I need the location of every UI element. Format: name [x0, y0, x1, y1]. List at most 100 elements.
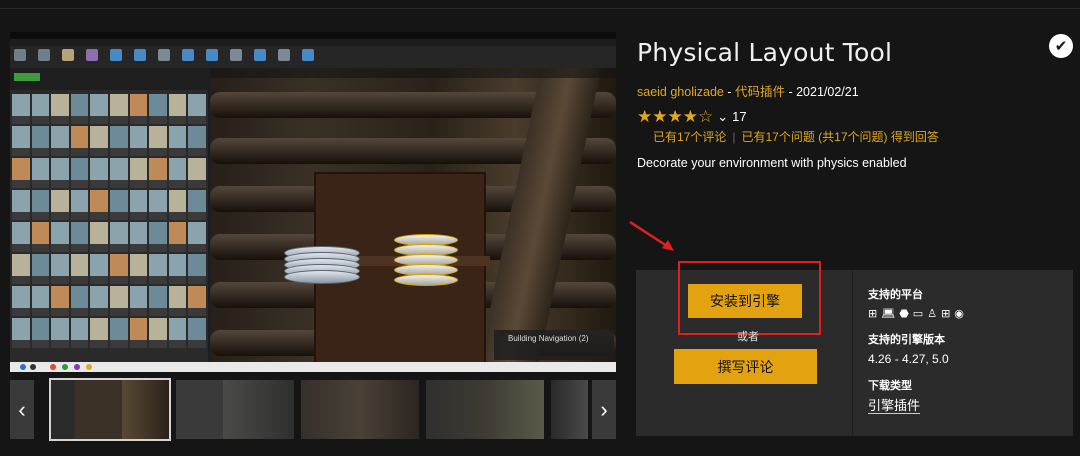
chevron-left-icon: ‹ [18, 396, 26, 422]
asset-thumbnail [188, 254, 206, 284]
asset-thumbnail [90, 94, 108, 124]
asset-thumbnail [31, 94, 50, 124]
star-icon: ★ [652, 107, 668, 126]
asset-thumbnail [90, 190, 108, 220]
linux-icon: ♙ [927, 308, 938, 320]
asset-thumbnail [168, 126, 187, 156]
gallery-thumb-1[interactable] [49, 378, 171, 441]
viewport-caption: Building Navigation (2) [508, 334, 589, 343]
gallery-prev-button[interactable]: ‹ [10, 380, 34, 439]
engine-versions-title: 支持的引擎版本 [868, 334, 945, 346]
release-date: 2021/02/21 [796, 85, 859, 99]
asset-thumbnail [31, 190, 50, 220]
asset-thumbnail [168, 190, 187, 220]
divider: | [732, 130, 736, 144]
windows-icon: ⊞ [868, 308, 878, 320]
asset-thumbnail [129, 94, 148, 124]
asset-thumbnail [90, 254, 108, 284]
download-type-link[interactable]: 引擎插件 [868, 398, 921, 414]
gallery-next-button[interactable]: › [592, 380, 616, 439]
chevron-down-icon[interactable]: ⌄ [717, 109, 728, 125]
building-navigation-widget: Building Navigation (2) [494, 330, 614, 360]
asset-thumbnail [188, 190, 206, 220]
star-icon: ★ [682, 107, 698, 126]
meta-separator: - [723, 85, 735, 99]
asset-thumbnail [31, 254, 50, 284]
asset-thumbnail [188, 318, 206, 348]
asset-thumbnail [12, 94, 30, 124]
highlight-box [678, 261, 821, 335]
asset-thumbnail [110, 254, 128, 284]
asset-thumbnail [31, 318, 50, 348]
asset-thumbnail [12, 318, 30, 348]
windows-icon: ⊞ [941, 308, 951, 320]
rating-count: 17 [732, 109, 747, 124]
asset-thumbnail [149, 254, 167, 284]
asset-thumbnail [168, 318, 187, 348]
asset-thumbnail [129, 318, 148, 348]
author-link[interactable]: saeid gholizade [637, 85, 724, 99]
asset-thumbnail [70, 190, 89, 220]
asset-thumbnail [51, 158, 69, 188]
asset-thumbnail [188, 126, 206, 156]
chevron-right-icon: › [600, 396, 608, 422]
asset-thumbnail [51, 190, 69, 220]
product-description: Decorate your environment with physics e… [637, 156, 907, 170]
asset-thumbnail [90, 286, 108, 316]
asset-thumbnail [168, 254, 187, 284]
editor-viewport: Building Navigation (2) [210, 68, 616, 362]
asset-thumbnail [70, 318, 89, 348]
product-meta: saeid gholizade - 代码插件 - 2021/02/21 [637, 81, 859, 100]
asset-thumbnail [129, 286, 148, 316]
asset-thumbnail [70, 222, 89, 252]
gallery-thumb-3[interactable] [301, 380, 419, 439]
asset-thumbnail [51, 222, 69, 252]
hero-screenshot[interactable]: Building Navigation (2) [10, 32, 616, 372]
asset-thumbnail [31, 222, 50, 252]
rating[interactable]: ★ ★ ★ ★ ☆ ⌄ 17 [637, 108, 747, 125]
asset-thumbnail [90, 126, 108, 156]
gallery-thumb-4[interactable] [426, 380, 544, 439]
asset-thumbnail [12, 286, 30, 316]
asset-thumbnail [110, 318, 128, 348]
asset-thumbnail [110, 190, 128, 220]
asset-thumbnail [149, 222, 167, 252]
eye-icon: ◉ [954, 308, 964, 320]
asset-thumbnail [188, 222, 206, 252]
asset-thumbnail [129, 126, 148, 156]
or-label: 或者 [737, 331, 759, 343]
editor-toolbar [10, 46, 616, 68]
asset-thumbnail [51, 286, 69, 316]
platform-icons: ⊞ 💻︎ ⬣ ▭ ♙ ⊞ ◉ [868, 307, 968, 320]
asset-thumbnail [188, 158, 206, 188]
star-icon: ★ [667, 107, 683, 126]
asset-thumbnail [70, 158, 89, 188]
asset-thumbnail [31, 158, 50, 188]
gallery-thumb-2[interactable] [176, 380, 294, 439]
gallery-thumb-5[interactable] [551, 380, 588, 439]
asset-thumbnail [129, 158, 148, 188]
download-type-title: 下载类型 [868, 380, 912, 392]
checkmark-icon: ✔ [1049, 34, 1073, 58]
category-link[interactable]: 代码插件 [735, 85, 785, 99]
asset-thumbnail [31, 286, 50, 316]
asset-thumbnail [110, 222, 128, 252]
asset-thumbnail [149, 318, 167, 348]
purchase-panel: 安装到引擎 或者 撰写评论 支持的平台 ⊞ 💻︎ ⬣ ▭ ♙ ⊞ ◉ 支持的引擎… [636, 261, 1073, 436]
engine-versions: 4.26 - 4.27, 5.0 [868, 352, 949, 366]
asset-thumbnail [149, 158, 167, 188]
content-browser-panel [10, 68, 208, 362]
asset-thumbnail [110, 286, 128, 316]
review-summary: 已有17个评论 | 已有17个问题 (共17个问题) 得到回答 [653, 128, 939, 145]
star-icon: ★ [637, 107, 653, 126]
asset-thumbnail [90, 318, 108, 348]
questions-link[interactable]: 已有17个问题 (共17个问题) 得到回答 [741, 130, 938, 144]
asset-thumbnail [188, 94, 206, 124]
laptop-icon: 💻︎ [881, 308, 896, 320]
asset-thumbnail [129, 190, 148, 220]
asset-thumbnail [12, 126, 30, 156]
asset-thumbnail [168, 94, 187, 124]
annotation-arrow-icon [629, 220, 674, 251]
write-review-button[interactable]: 撰写评论 [674, 349, 817, 384]
reviews-link[interactable]: 已有17个评论 [653, 130, 726, 144]
